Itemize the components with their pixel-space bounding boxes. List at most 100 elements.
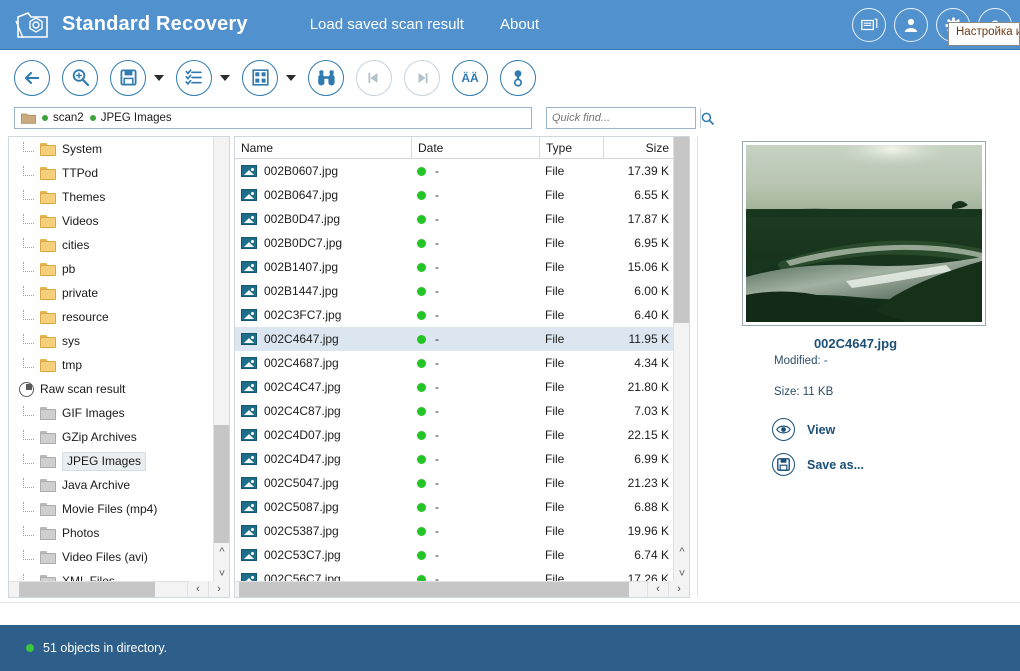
scroll-up-arrow-icon[interactable]: ^ — [214, 543, 229, 560]
view-mode-button[interactable] — [242, 59, 278, 96]
previous-button[interactable] — [356, 59, 392, 96]
table-row[interactable]: 002C5087.jpg - File 6.88 K — [235, 495, 689, 519]
breadcrumb-item-scan2[interactable]: scan2 — [42, 112, 84, 124]
tree-item-videos[interactable]: Videos — [9, 209, 214, 233]
table-row[interactable]: 002C53C7.jpg - File 6.74 K — [235, 543, 689, 567]
tree-item-cities[interactable]: cities — [9, 233, 214, 257]
folder-icon — [40, 502, 56, 516]
settings-dots-icon[interactable] — [500, 59, 536, 96]
tree-item-gif-images[interactable]: GIF Images — [9, 401, 214, 425]
back-button[interactable] — [14, 59, 50, 96]
folder-hexagon-logo-icon — [14, 8, 52, 42]
file-date-label: - — [435, 428, 439, 442]
folder-icon — [40, 214, 56, 228]
list-options-caret-icon[interactable] — [220, 74, 230, 81]
status-dot-icon — [417, 310, 426, 320]
tree-item-system-volume-information[interactable]: System Volume Information — [9, 136, 214, 137]
breadcrumb[interactable]: scan2 JPEG Images — [14, 107, 532, 129]
tree-item-gzip-archives[interactable]: GZip Archives — [9, 425, 214, 449]
file-name-label: 002B1447.jpg — [264, 284, 339, 298]
folder-icon — [40, 358, 56, 372]
file-date-label: - — [435, 164, 439, 178]
table-row[interactable]: 002B0D47.jpg - File 17.87 K — [235, 207, 689, 231]
table-row[interactable]: 002C4647.jpg - File 11.95 K — [235, 327, 689, 351]
find-button[interactable] — [308, 59, 344, 96]
table-row[interactable]: 002B1407.jpg - File 15.06 K — [235, 255, 689, 279]
table-row[interactable]: 002C4D07.jpg - File 22.15 K — [235, 423, 689, 447]
file-name-label: 002B1407.jpg — [264, 260, 339, 274]
save-as-action[interactable]: Save as... — [772, 453, 864, 476]
tree-item-movie-files-mp4[interactable]: Movie Files (mp4) — [9, 497, 214, 521]
scroll-down-arrow-icon[interactable]: ˅ — [214, 565, 229, 582]
scrollbar-thumb[interactable] — [674, 137, 689, 323]
column-header-size[interactable]: Size — [603, 137, 675, 159]
tree-item-java-archive[interactable]: Java Archive — [9, 473, 214, 497]
view-action[interactable]: View — [772, 418, 835, 441]
quick-find-box[interactable] — [546, 107, 714, 129]
table-row[interactable]: 002C5047.jpg - File 21.23 K — [235, 471, 689, 495]
table-row[interactable]: 002B0607.jpg - File 17.39 K — [235, 159, 689, 183]
image-file-icon — [241, 165, 257, 177]
table-row[interactable]: 002C4687.jpg - File 4.34 K — [235, 351, 689, 375]
scroll-right-arrow-icon[interactable]: › — [208, 581, 229, 597]
table-row[interactable]: 002B0647.jpg - File 6.55 K — [235, 183, 689, 207]
scroll-left-arrow-icon[interactable]: ‹ — [647, 581, 668, 597]
table-row[interactable]: 002C4C87.jpg - File 7.03 K — [235, 399, 689, 423]
cell-name: 002C53C7.jpg — [235, 543, 411, 567]
file-list-horizontal-scrollbar[interactable] — [235, 581, 689, 597]
table-row[interactable]: 002C4D47.jpg - File 6.99 K — [235, 447, 689, 471]
messages-icon[interactable] — [852, 8, 886, 42]
tree-item-jpeg-images[interactable]: JPEG Images — [9, 449, 214, 473]
cell-size: 17.87 K — [603, 207, 675, 231]
tree-connector-icon — [23, 285, 34, 296]
scroll-left-arrow-icon[interactable]: ‹ — [187, 581, 208, 597]
tree-item-label: GIF Images — [62, 405, 125, 420]
scroll-up-arrow-icon[interactable]: ^ — [674, 543, 689, 560]
tree-connector-icon — [23, 165, 34, 176]
table-row[interactable]: 002C4C47.jpg - File 21.80 K — [235, 375, 689, 399]
tree-item-pb[interactable]: pb — [9, 257, 214, 281]
save-button[interactable] — [110, 59, 146, 96]
scrollbar-thumb[interactable] — [19, 581, 155, 597]
account-icon[interactable] — [894, 8, 928, 42]
column-header-type[interactable]: Type — [539, 137, 603, 159]
table-row[interactable]: 002C5387.jpg - File 19.96 K — [235, 519, 689, 543]
tree-item-sys[interactable]: sys — [9, 329, 214, 353]
sidebar-vertical-scrollbar[interactable]: ^ ˅ — [213, 137, 229, 583]
tree-item-ttpod[interactable]: TTPod — [9, 161, 214, 185]
scroll-down-arrow-icon[interactable]: ˅ — [674, 565, 689, 582]
tree-item-themes[interactable]: Themes — [9, 185, 214, 209]
next-button[interactable] — [404, 59, 440, 96]
view-mode-caret-icon[interactable] — [286, 74, 296, 81]
breadcrumb-item-jpeg-images[interactable]: JPEG Images — [89, 112, 172, 124]
tree-item-system[interactable]: System — [9, 137, 214, 161]
list-options-button[interactable] — [176, 59, 212, 96]
tree-item-photos[interactable]: Photos — [9, 521, 214, 545]
scan-button[interactable] — [62, 59, 98, 96]
nav-about[interactable]: About — [500, 16, 539, 33]
tree-item-private[interactable]: private — [9, 281, 214, 305]
image-file-icon — [241, 501, 257, 513]
status-dot-icon — [417, 406, 426, 416]
table-row[interactable]: 002B1447.jpg - File 6.00 K — [235, 279, 689, 303]
column-header-name[interactable]: Name — [235, 137, 411, 159]
table-row[interactable]: 002C3FC7.jpg - File 6.40 K — [235, 303, 689, 327]
table-row[interactable]: 002B0DC7.jpg - File 6.95 K — [235, 231, 689, 255]
scroll-right-arrow-icon[interactable]: › — [668, 581, 689, 597]
image-file-icon — [241, 525, 257, 537]
tree-item-resource[interactable]: resource — [9, 305, 214, 329]
scrollbar-thumb[interactable] — [239, 581, 629, 597]
search-icon[interactable] — [700, 108, 714, 128]
file-list-vertical-scrollbar[interactable]: ^ ˅ — [673, 137, 689, 583]
nav-load-saved-scan-result[interactable]: Load saved scan result — [310, 16, 464, 33]
save-caret-icon[interactable] — [154, 74, 164, 81]
scrollbar-thumb[interactable] — [214, 425, 229, 543]
column-header-date[interactable]: Date — [411, 137, 539, 159]
search-input[interactable] — [547, 108, 700, 128]
cell-type: File — [539, 183, 603, 207]
tree-item-tmp[interactable]: tmp — [9, 353, 214, 377]
tree-item-video-files-avi[interactable]: Video Files (avi) — [9, 545, 214, 569]
text-encoding-icon[interactable]: ÄÄ — [452, 59, 488, 96]
tree-item-raw-scan-result[interactable]: Raw scan result — [9, 377, 214, 401]
status-dot-icon — [417, 190, 426, 200]
